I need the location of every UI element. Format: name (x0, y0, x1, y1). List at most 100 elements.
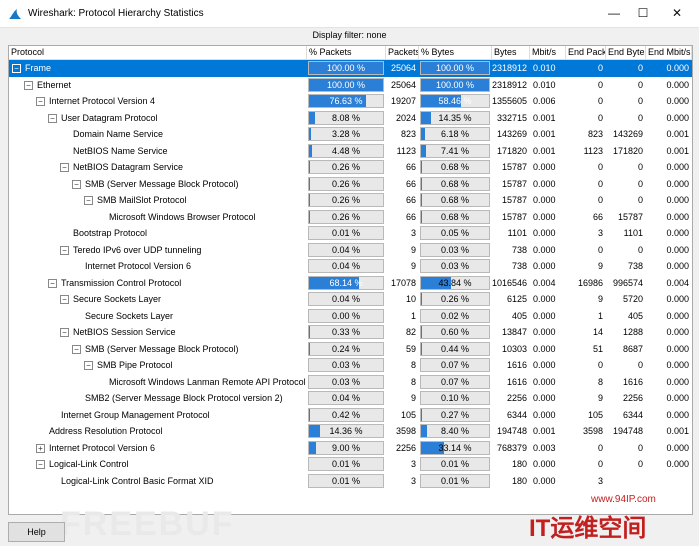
pct-bytes-cell: 0.07 % (419, 357, 492, 374)
header-packets-col[interactable]: Packets (386, 46, 419, 59)
protocol-name: Address Resolution Protocol (49, 426, 163, 436)
end-packets-cell: 66 (592, 211, 603, 222)
end-mbit-cell: 0.000 (666, 327, 689, 337)
mbit-cell: 0.000 (533, 228, 556, 238)
pct-packets-cell: 0.04 % (307, 291, 386, 308)
table-row[interactable]: Internet Protocol Version 6 0.04 % 9 0.03 %… (9, 258, 692, 275)
end-mbit-cell: 0.000 (666, 442, 689, 453)
table-row[interactable]: − Transmission Control Protocol 68.14 % 170… (9, 275, 692, 292)
header-bytes-col[interactable]: Bytes (492, 46, 530, 59)
table-row[interactable]: − NetBIOS Session Service 0.33 % 82 0.60 % 13… (9, 324, 692, 341)
percent-bar: 14.35 % (420, 110, 490, 125)
percent-label: 0.68 % (440, 195, 470, 205)
table-row[interactable]: − Teredo IPv6 over UDP tunneling 0.04 % 9 0.… (9, 242, 692, 259)
maximize-button[interactable]: ☐ (626, 0, 660, 27)
collapse-icon[interactable]: − (84, 196, 93, 205)
table-row[interactable]: − Logical-Link Control 0.01 % 3 0.01 % 180 0.0… (9, 456, 692, 473)
end-mbit-cell: 0.000 (666, 211, 689, 222)
pct-packets-cell: 0.26 % (307, 176, 386, 193)
collapse-icon[interactable]: − (60, 163, 69, 172)
protocol-name: Internet Protocol Version 6 (85, 261, 192, 271)
percent-bar: 0.60 % (420, 325, 490, 339)
table-row[interactable]: Domain Name Service 3.28 % 823 6.18 % 143269… (9, 126, 692, 143)
badge-url: www.94IP.com (591, 494, 656, 505)
end-mbit-cell: 0.000 (666, 376, 689, 387)
end-packets-cell: 3 (597, 475, 603, 486)
end-bytes-cell: 0 (637, 63, 643, 73)
collapse-icon[interactable]: − (48, 278, 57, 288)
table-row[interactable]: Microsoft Windows Lanman Remote API Prot… (9, 374, 692, 391)
end-bytes-cell: 6344 (622, 409, 643, 420)
header-pct-packets-col[interactable]: % Packets (307, 46, 386, 59)
collapse-icon[interactable]: − (48, 113, 57, 123)
help-button[interactable]: Help (8, 522, 65, 542)
protocol-cell: Secure Sockets Layer (9, 308, 307, 325)
table-row[interactable]: NetBIOS Name Service 4.48 % 1123 7.41 % 1718… (9, 143, 692, 160)
header-end-packets-col[interactable]: End Packets (566, 46, 606, 59)
percent-bar: 0.68 % (420, 176, 490, 191)
table-row[interactable]: − Ethernet 100.00 % 25064 100.00 % 2318912 0.0… (9, 77, 692, 94)
collapse-icon[interactable]: − (84, 361, 93, 370)
collapse-icon[interactable]: − (36, 97, 45, 106)
pct-bytes-cell: 33.14 % (419, 440, 492, 457)
table-row[interactable]: Secure Sockets Layer 0.00 % 1 0.02 % 405 0.00… (9, 308, 692, 325)
end-mbit-cell: 0.000 (666, 343, 689, 354)
table-row[interactable]: + Internet Protocol Version 6 9.00 % 2256 33… (9, 440, 692, 457)
table-row[interactable]: Address Resolution Protocol 14.36 % 3598 8.… (9, 423, 692, 440)
bytes-cell: 10303 (501, 343, 527, 354)
protocol-cell: Address Resolution Protocol (9, 423, 307, 440)
table-row[interactable]: − User Datagram Protocol 8.08 % 2024 14.35 %… (9, 110, 692, 127)
protocol-cell: − SMB (Server Message Block Protocol) (9, 176, 307, 193)
collapse-icon[interactable]: − (36, 460, 45, 469)
table-row[interactable]: Internet Group Management Protocol 0.42 %… (9, 407, 692, 424)
percent-label: 0.01 % (331, 475, 361, 486)
collapse-icon[interactable]: − (24, 80, 33, 90)
table-row[interactable]: − SMB Pipe Protocol 0.03 % 8 0.07 % 1616 0.000… (9, 357, 692, 374)
table-row[interactable]: − SMB (Server Message Block Protocol) 0.24… (9, 341, 692, 358)
header-mbit-col[interactable]: Mbit/s (530, 46, 566, 59)
percent-label: 0.27 % (440, 409, 470, 420)
pct-bytes-cell: 0.44 % (419, 341, 492, 358)
pct-packets-cell: 0.04 % (307, 390, 386, 407)
protocol-hierarchy-table[interactable]: Protocol% Packets Packets% Bytes Bytes Mbit… (8, 45, 693, 515)
table-row[interactable]: SMB2 (Server Message Block Protocol vers… (9, 390, 692, 407)
percent-label: 8.08 % (331, 112, 361, 123)
pct-bytes-cell: 0.68 % (419, 159, 492, 176)
collapse-icon[interactable]: − (60, 328, 69, 337)
collapse-icon[interactable]: − (60, 295, 69, 304)
percent-label: 6.18 % (440, 129, 470, 139)
table-row[interactable]: − Internet Protocol Version 4 76.63 % 19207… (9, 93, 692, 110)
percent-bar: 0.05 % (420, 226, 490, 240)
end-bytes-cell: 0 (637, 442, 643, 453)
mbit-cell: 0.010 (533, 63, 556, 73)
collapse-icon[interactable]: − (72, 179, 81, 189)
protocol-name: Logical-Link Control Basic Format XID (61, 475, 214, 486)
table-row[interactable]: − SMB MailSlot Protocol 0.26 % 66 0.68 % 1578… (9, 192, 692, 209)
table-row[interactable]: Microsoft Windows Browser Protocol 0.26 %… (9, 209, 692, 226)
table-row[interactable]: − Secure Sockets Layer 0.04 % 10 0.26 % 6125 0… (9, 291, 692, 308)
header-end-bytes-col[interactable]: End Bytes (606, 46, 646, 59)
table-row[interactable]: Bootstrap Protocol 0.01 % 3 0.05 % 1101 0.000… (9, 225, 692, 242)
percent-label: 0.03 % (331, 376, 361, 387)
end-packets-cell: 0 (597, 442, 603, 453)
protocol-cell: − Internet Protocol Version 4 (9, 93, 307, 110)
header-pct-bytes-col[interactable]: % Bytes (419, 46, 492, 59)
table-row[interactable]: − SMB (Server Message Block Protocol) 0.26… (9, 176, 692, 193)
header-protocol-col[interactable]: Protocol (9, 46, 307, 59)
percent-label: 0.60 % (440, 327, 470, 337)
expand-icon[interactable]: + (36, 443, 45, 453)
collapse-icon[interactable]: − (60, 245, 69, 255)
percent-bar: 8.08 % (308, 110, 384, 125)
collapse-icon[interactable]: − (12, 64, 21, 73)
percent-bar: 0.26 % (420, 292, 490, 306)
table-row[interactable]: − Frame 100.00 % 25064 100.00 % 2318912 0.010 0… (9, 60, 692, 77)
table-row[interactable]: Logical-Link Control Basic Format XID 0.0… (9, 473, 692, 490)
percent-label: 0.68 % (440, 211, 470, 222)
collapse-icon[interactable]: − (72, 344, 81, 354)
percent-bar: 0.02 % (420, 308, 490, 323)
table-row[interactable]: − NetBIOS Datagram Service 0.26 % 66 0.68 % 1… (9, 159, 692, 176)
end-mbit-cell: 0.000 (666, 393, 689, 403)
percent-label: 0.03 % (440, 244, 470, 255)
header-end-mbit-col[interactable]: End Mbit/s (646, 46, 692, 59)
close-button[interactable]: ✕ (660, 0, 694, 27)
